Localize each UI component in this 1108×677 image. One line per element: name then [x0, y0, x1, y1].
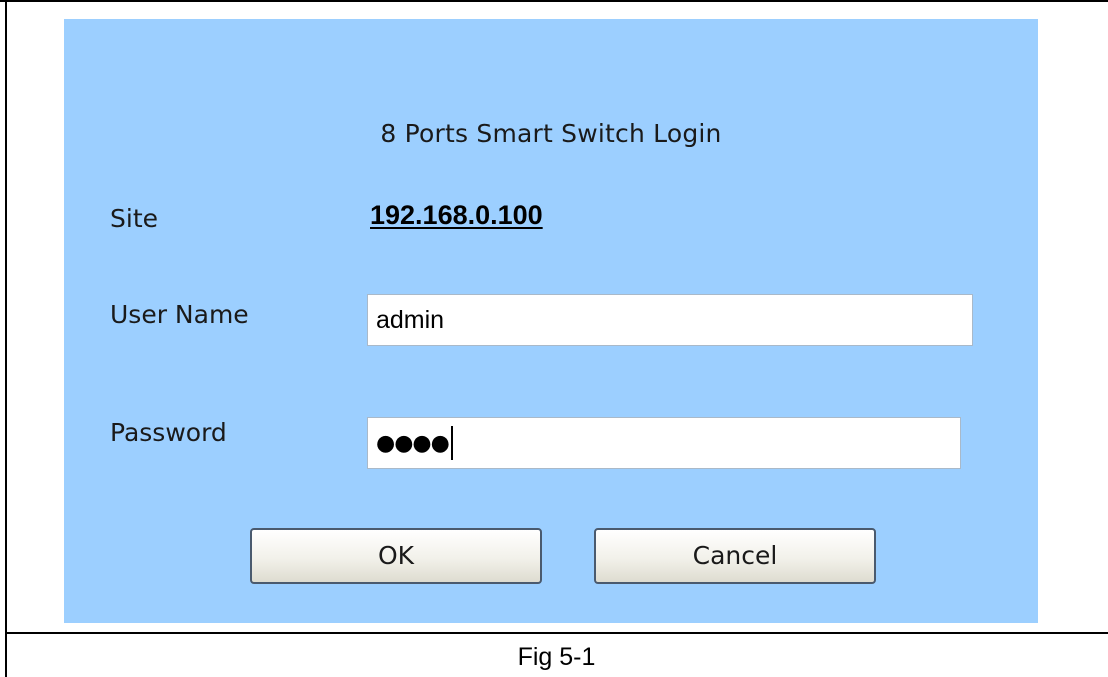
site-address: 192.168.0.100: [370, 200, 543, 230]
site-label: Site: [110, 204, 158, 233]
password-input[interactable]: ●●●●: [367, 417, 961, 469]
password-mask: ●●●●: [376, 430, 450, 456]
frame-top-border: [0, 0, 1108, 2]
password-label: Password: [110, 418, 227, 447]
frame-left-border: [5, 0, 7, 677]
frame-divider: [5, 632, 1108, 634]
ok-button[interactable]: OK: [250, 528, 542, 584]
text-caret: [450, 426, 453, 460]
username-input[interactable]: [367, 294, 973, 346]
username-label: User Name: [110, 300, 249, 329]
figure-caption: Fig 5-1: [517, 643, 596, 671]
dialog-title: 8 Ports Smart Switch Login: [380, 119, 722, 148]
cancel-button[interactable]: Cancel: [594, 528, 876, 584]
login-dialog: 8 Ports Smart Switch Login Site 192.168.…: [64, 19, 1038, 623]
